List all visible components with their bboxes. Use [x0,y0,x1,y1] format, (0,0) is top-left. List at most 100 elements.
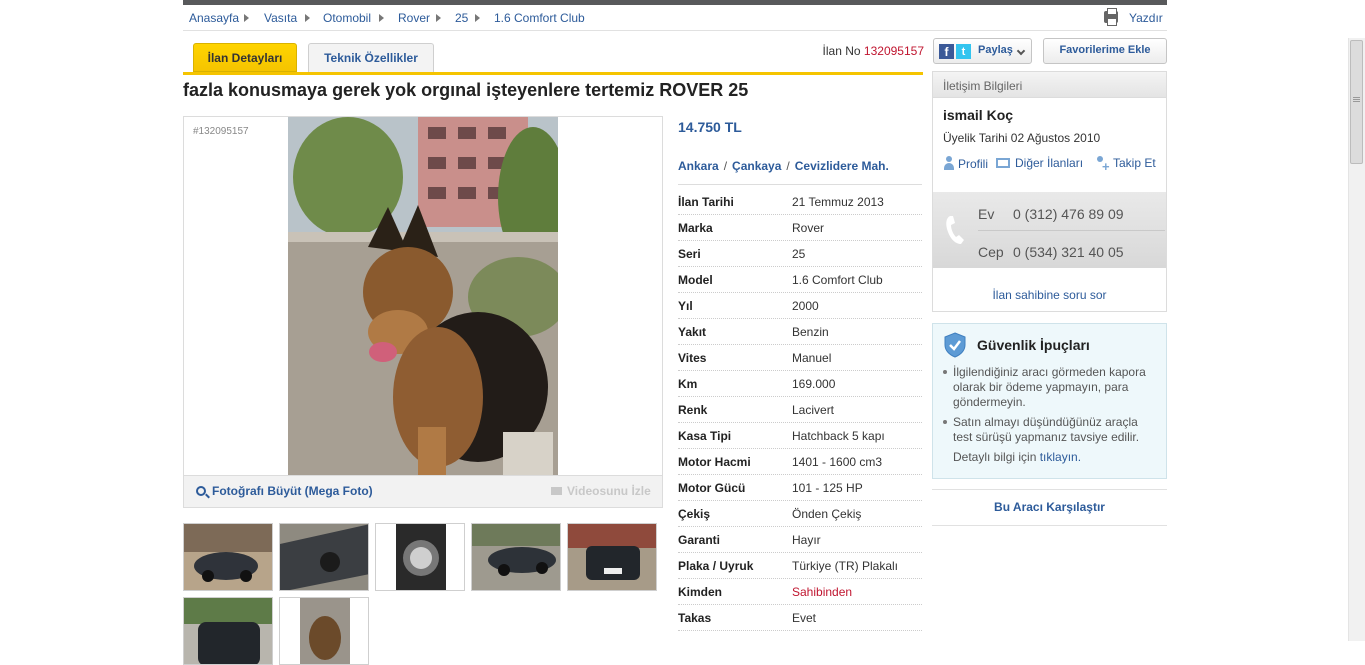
phone-number: 0 (534) 321 40 05 [1013,244,1124,260]
detail-value: Evet [792,611,817,625]
listing-number-value: 132095157 [863,44,924,58]
seller-name: ismail Koç [943,107,1014,123]
phone-icon [946,216,964,244]
detail-key: Vites [678,351,707,365]
phone-number: 0 (312) 476 89 09 [1013,206,1124,222]
safety-tip: İlgilendiğiniz aracı görmeden kapora ola… [953,365,1146,409]
location-neighborhood[interactable]: Cevizlidere Mah. [795,159,889,173]
detail-row: Km 169.000 [678,371,922,397]
detail-key: Yakıt [678,325,707,339]
seller-profile-label: Profili [958,157,989,171]
compare-vehicle-link[interactable]: Bu Aracı Karşılaştır [932,500,1167,514]
zoom-photo-label: Fotoğrafı Büyüt (Mega Foto) [212,484,373,498]
detail-key: Motor Hacmi [678,455,751,469]
detail-value: 25 [792,247,806,261]
add-favorites-button[interactable]: Favorilerime Ekle [1043,38,1167,64]
thumbnail-5[interactable] [567,523,657,591]
detail-row: Motor Gücü 101 - 125 HP [678,475,922,501]
bullet-icon [943,420,947,424]
location-district[interactable]: Çankaya [732,159,781,173]
detail-row: Kasa Tipi Hatchback 5 kapı [678,423,922,449]
zoom-photo-link[interactable]: Fotoğrafı Büyüt (Mega Foto) [196,484,373,498]
detail-key: Model [678,273,713,287]
listing-number-label: İlan No [822,44,861,58]
print-link[interactable]: Yazdır [1129,11,1163,25]
listing-title: fazla konusmaya gerek yok orgınal işteye… [183,80,749,100]
detail-key: Garanti [678,533,721,547]
breadcrumb-otomobil[interactable]: Otomobil [323,11,371,25]
detail-row: Model 1.6 Comfort Club [678,267,922,293]
detail-row: Vites Manuel [678,345,922,371]
price: 14.750 TL [678,119,742,135]
divider [678,184,922,185]
detail-key: Kasa Tipi [678,429,732,443]
tab-ilan-detaylari[interactable]: İlan Detayları [193,43,297,72]
follow-seller-label: Takip Et [1113,156,1156,170]
share-label: Paylaş [978,44,1013,56]
breadcrumb-rover[interactable]: Rover [398,11,430,25]
breadcrumb-anasayfa[interactable]: Anasayfa [189,11,239,25]
phone-label: Cep [978,244,1004,260]
detail-value: Manuel [792,351,832,365]
main-photo[interactable] [288,117,558,475]
thumbnail-6[interactable] [183,597,273,665]
thumbnail-1[interactable] [183,523,273,591]
detail-value: Rover [792,221,825,235]
detail-key: Km [678,377,698,391]
detail-key: Motor Gücü [678,481,746,495]
detail-key: Seri [678,247,701,261]
twitter-icon: t [956,44,971,59]
detail-value: Hatchback 5 kapı [792,429,885,443]
detail-row: Yakıt Benzin [678,319,922,345]
listing-number: İlan No 132095157 [780,44,924,58]
location-city[interactable]: Ankara [678,159,719,173]
facebook-icon: f [939,44,954,59]
detail-value: 21 Temmuz 2013 [792,195,884,209]
detail-key: Çekiş [678,507,711,521]
member-since: Üyelik Tarihi 02 Ağustos 2010 [943,131,1101,145]
tab-teknik-ozellikler[interactable]: Teknik Özellikler [308,43,434,72]
follow-seller-link[interactable]: Takip Et [1095,156,1156,174]
detail-value: Önden Çekiş [792,507,862,521]
search-icon [196,486,206,496]
seller-profile-link[interactable]: Profili [944,156,988,171]
detail-row: Seri 25 [678,241,922,267]
detail-value: Türkiye (TR) Plakalı [792,559,899,573]
thumbnail-2[interactable] [279,523,369,591]
other-listings-label: Diğer İlanları [1015,156,1084,170]
shield-icon [944,332,966,358]
detail-row: Motor Hacmi 1401 - 1600 cm3 [678,449,922,475]
detail-key: Renk [678,403,708,417]
phone-home[interactable]: Ev 0 (312) 476 89 09 [978,206,1124,222]
chevron-right-icon [475,14,480,22]
detail-key: Plaka / Uyruk [678,559,754,573]
divider [978,230,1165,231]
safety-tips-title: Güvenlik İpuçları [977,337,1090,353]
breadcrumb-vasita[interactable]: Vasıta [264,11,297,25]
share-button[interactable]: f t Paylaş [933,38,1032,64]
detail-row: Plaka / Uyruk Türkiye (TR) Plakalı [678,553,922,579]
other-listings-link[interactable]: Diğer İlanları [996,156,1083,170]
thumbnail-7[interactable] [279,597,369,665]
chevron-right-icon [379,14,384,22]
detail-row: Kimden Sahibinden [678,579,922,605]
detail-key: Marka [678,221,713,235]
ask-seller-link[interactable]: İlan sahibine soru sor [933,288,1166,302]
breadcrumb-25[interactable]: 25 [455,11,468,25]
divider [932,489,1167,490]
chevron-down-icon [1016,46,1026,56]
thumbnail-3[interactable] [375,523,465,591]
detail-key: İlan Tarihi [678,195,734,209]
breadcrumb-model[interactable]: 1.6 Comfort Club [494,11,585,25]
detail-row: İlan Tarihi 21 Temmuz 2013 [678,189,922,215]
safety-more-link[interactable]: tıklayın. [1040,450,1081,464]
thumbnail-4[interactable] [471,523,561,591]
printer-icon[interactable] [1104,8,1118,26]
detail-row: Garanti Hayır [678,527,922,553]
scrollbar-thumb[interactable] [1350,40,1363,164]
contact-header: İletişim Bilgileri [932,71,1167,98]
detail-value: 1.6 Comfort Club [792,273,883,287]
phone-mobile[interactable]: Cep 0 (534) 321 40 05 [978,244,1124,260]
detail-key: Yıl [678,299,693,313]
divider [932,525,1167,526]
